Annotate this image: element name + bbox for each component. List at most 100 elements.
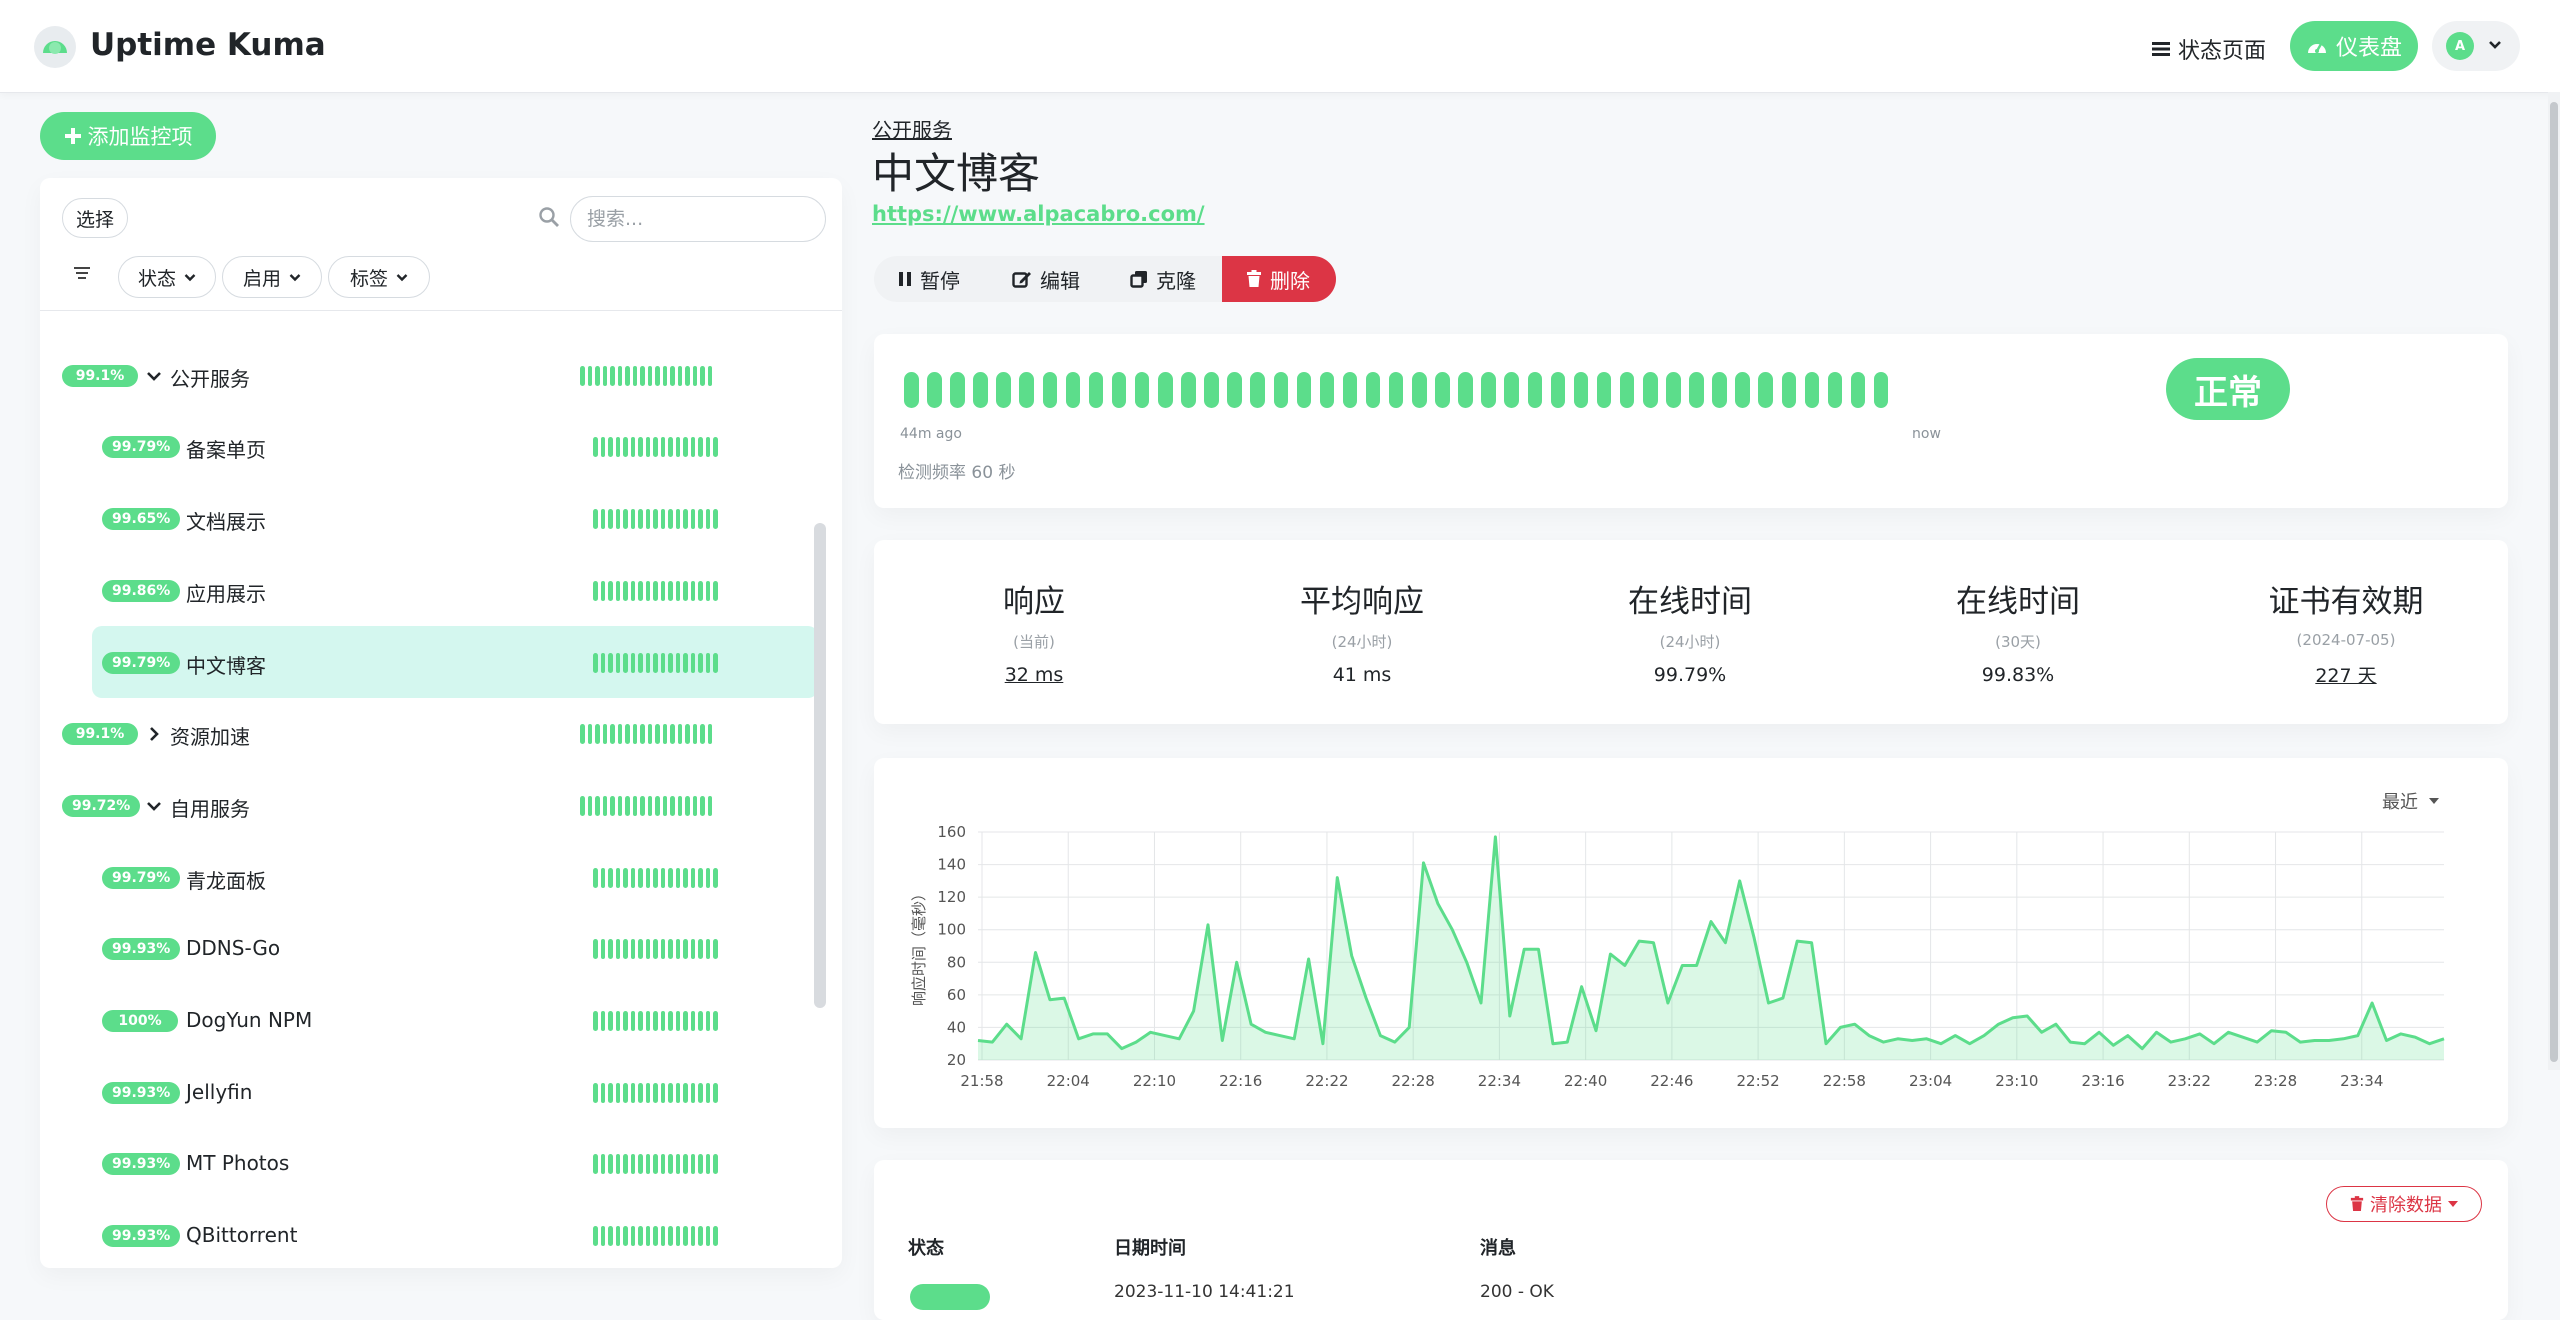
page-scrollbar-thumb[interactable] (2550, 102, 2558, 1062)
heartbeat-beat[interactable] (1527, 372, 1543, 408)
heartbeat-beat[interactable] (1504, 372, 1519, 408)
heartbeat-beat[interactable] (1412, 372, 1427, 408)
heartbeat-beat[interactable] (1042, 372, 1058, 408)
heartbeat-beat[interactable] (1458, 372, 1473, 408)
heartbeat-beat[interactable] (1250, 372, 1265, 408)
heartbeat-beat[interactable] (1666, 372, 1681, 408)
heartbeat-tick (608, 509, 613, 530)
monitor-item[interactable]: 99.93% DDNS-Go (40, 914, 820, 984)
heartbeat-beat[interactable] (1596, 372, 1612, 408)
monitor-item[interactable]: 99.1% 资源加速 (40, 699, 820, 769)
heartbeat-beat[interactable] (1365, 372, 1381, 408)
heartbeat-beat[interactable] (1712, 372, 1727, 408)
page-scrollbar[interactable] (2548, 92, 2560, 1070)
heartbeat-beat[interactable] (996, 372, 1011, 408)
monitor-item[interactable]: 100% DogYun NPM (40, 986, 820, 1056)
heartbeat-beat[interactable] (1643, 372, 1658, 408)
stat-uptime-24h: 在线时间 (24小时) 99.79% (1540, 576, 1840, 686)
heartbeat-beat[interactable] (1850, 372, 1866, 408)
heartbeat-tick (668, 437, 673, 458)
heartbeat-beat[interactable] (973, 372, 988, 408)
filter-status[interactable]: 状态 (118, 256, 216, 298)
heartbeat-beat[interactable] (1758, 372, 1773, 408)
heartbeat-beat[interactable] (1735, 372, 1750, 408)
monitor-list-scrollbar[interactable] (814, 523, 826, 1008)
heartbeat-beat[interactable] (1804, 372, 1820, 408)
chevron-down-icon[interactable] (146, 798, 162, 814)
chevron-right-icon[interactable] (146, 726, 162, 742)
heartbeat-beat[interactable] (1689, 372, 1704, 408)
heartbeat-tick (683, 1226, 688, 1247)
delete-button[interactable]: 删除 (1222, 256, 1336, 302)
heartbeat-beat[interactable] (1873, 372, 1889, 408)
search-icon (539, 207, 559, 227)
heartbeat-beat[interactable] (1111, 372, 1127, 408)
edit-button[interactable]: 编辑 (1012, 256, 1080, 302)
heartbeat-beat[interactable] (1342, 372, 1358, 408)
add-monitor-button[interactable]: 添加监控项 (40, 112, 216, 160)
heartbeat-beat[interactable] (927, 372, 942, 408)
x-tick-label: 23:22 (2168, 1072, 2211, 1090)
clone-button[interactable]: 克隆 (1130, 256, 1196, 302)
heartbeat-beat[interactable] (1019, 372, 1034, 408)
heartbeat-beat[interactable] (1134, 372, 1150, 408)
monitor-item[interactable]: 99.86% 应用展示 (40, 556, 820, 626)
stat-sublabel: (当前) (1013, 633, 1055, 651)
heartbeat-tick (700, 795, 705, 816)
stat-value[interactable]: 32 ms (884, 664, 1184, 686)
heartbeat-beat[interactable] (1158, 372, 1173, 408)
monitor-item[interactable]: 99.79% 青龙面板 (40, 843, 820, 913)
filter-tags[interactable]: 标签 (328, 256, 430, 298)
stat-value[interactable]: 227 天 (2196, 661, 2496, 688)
select-button[interactable]: 选择 (62, 198, 128, 238)
status-page-link[interactable]: 状态页面 (2152, 33, 2266, 65)
heartbeat-beat[interactable] (1619, 372, 1635, 408)
heartbeat-beat[interactable] (1573, 372, 1589, 408)
heartbeat-beat[interactable] (1319, 372, 1335, 408)
heartbeat-beat[interactable] (1088, 372, 1104, 408)
clear-data-button[interactable]: 清除数据 (2326, 1186, 2482, 1222)
heartbeat-beat[interactable] (1435, 372, 1450, 408)
heartbeat-beat[interactable] (1550, 372, 1566, 408)
heartbeat-beat[interactable] (1065, 372, 1081, 408)
chevron-down-icon[interactable] (146, 311, 162, 312)
pause-button[interactable]: 暂停 (898, 256, 960, 302)
heartbeat-beat[interactable] (1296, 372, 1312, 408)
monitor-item[interactable]: 99.1% 公开服务 (40, 341, 820, 411)
filter-active[interactable]: 启用 (222, 256, 322, 298)
app-name[interactable]: Uptime Kuma (90, 27, 326, 63)
heartbeat-beat[interactable] (1181, 372, 1196, 408)
heartbeat-tick (615, 437, 620, 458)
heartbeat-beat[interactable] (1781, 372, 1797, 408)
y-tick-label: 100 (937, 921, 966, 939)
monitor-group-link[interactable]: 公开服务 (872, 114, 952, 143)
heartbeat-beat[interactable] (1273, 372, 1288, 408)
heartbeat-beat[interactable] (1388, 372, 1404, 408)
heartbeat-beat[interactable] (1204, 372, 1219, 408)
monitor-item[interactable]: 99.79% 中文博客 (40, 625, 820, 698)
heartbeat-beat[interactable] (904, 372, 919, 408)
heartbeat-beat[interactable] (1481, 372, 1496, 408)
heartbeat-tick (692, 724, 697, 745)
search-input[interactable] (570, 196, 826, 242)
monitor-item[interactable]: 99.72% 自用服务 (40, 771, 820, 841)
heartbeat-beat[interactable] (1827, 372, 1843, 408)
heartbeat-tick (705, 652, 710, 673)
monitor-url-link[interactable]: https://www.alpacabro.com/ (872, 202, 1205, 226)
monitor-item[interactable]: 99.93% QBittorrent (40, 1201, 820, 1268)
status-page-label: 状态页面 (2178, 39, 2267, 64)
filter-lines-icon[interactable] (74, 266, 90, 280)
monitor-item[interactable]: 99.65% 文档展示 (40, 484, 820, 554)
dashboard-button[interactable]: 仪表盘 (2290, 21, 2418, 71)
profile-dropdown[interactable]: A (2432, 21, 2520, 71)
monitor-item[interactable]: 99.93% Jellyfin (40, 1058, 820, 1128)
monitor-item[interactable]: 99.93% MT Photos (40, 1129, 820, 1199)
uptime-badge: 99.93% (102, 1153, 181, 1176)
uptime-kuma-logo[interactable] (32, 24, 78, 70)
chevron-down-icon[interactable] (146, 368, 162, 384)
heartbeat-tick (675, 1011, 680, 1031)
heartbeat-beat[interactable] (950, 372, 965, 408)
monitor-item[interactable] (40, 311, 820, 339)
monitor-item[interactable]: 99.79% 备案单页 (40, 412, 820, 482)
heartbeat-beat[interactable] (1227, 372, 1242, 408)
